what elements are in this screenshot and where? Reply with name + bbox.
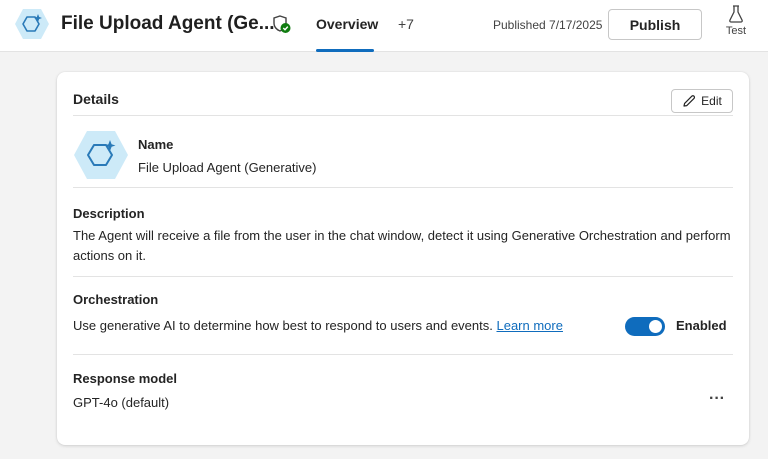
name-value: File Upload Agent (Generative) <box>138 160 317 175</box>
publish-button[interactable]: Publish <box>608 9 702 40</box>
orchestration-text: Use generative AI to determine how best … <box>73 318 493 333</box>
orchestration-description: Use generative AI to determine how best … <box>73 316 563 336</box>
pencil-icon <box>683 95 696 107</box>
learn-more-link[interactable]: Learn more <box>496 318 562 333</box>
name-label: Name <box>138 137 174 152</box>
response-model-value: GPT-4o (default) <box>73 395 170 410</box>
agent-icon <box>15 9 49 39</box>
description-label: Description <box>73 206 145 221</box>
more-horizontal-icon[interactable]: ··· <box>704 391 730 413</box>
toggle-label: Enabled <box>676 318 727 333</box>
toggle-knob <box>649 320 662 333</box>
tab-more[interactable]: +7 <box>398 16 414 32</box>
orchestration-label: Orchestration <box>73 292 159 307</box>
edit-label: Edit <box>701 94 722 108</box>
orchestration-toggle[interactable] <box>625 317 665 336</box>
test-label: Test <box>725 25 747 37</box>
details-title: Details <box>73 91 119 107</box>
divider <box>73 115 733 116</box>
tab-active-indicator <box>316 49 374 52</box>
agent-avatar-icon <box>74 131 128 179</box>
shield-check-icon[interactable] <box>272 14 292 34</box>
agent-title: File Upload Agent (Ge... <box>61 13 275 34</box>
test-button[interactable]: Test <box>720 5 752 45</box>
divider <box>73 354 733 355</box>
details-card: Details Edit Name File Upload Agent (Gen… <box>57 72 749 445</box>
divider <box>73 276 733 277</box>
response-model-label: Response model <box>73 371 178 386</box>
published-date: Published 7/17/2025 <box>493 18 603 32</box>
divider <box>73 187 733 188</box>
beaker-icon <box>729 5 743 23</box>
edit-button[interactable]: Edit <box>671 89 733 113</box>
top-bar: File Upload Agent (Ge... Overview +7 Pub… <box>0 0 768 52</box>
tab-overview[interactable]: Overview <box>316 16 378 32</box>
description-value: The Agent will receive a file from the u… <box>73 228 731 263</box>
